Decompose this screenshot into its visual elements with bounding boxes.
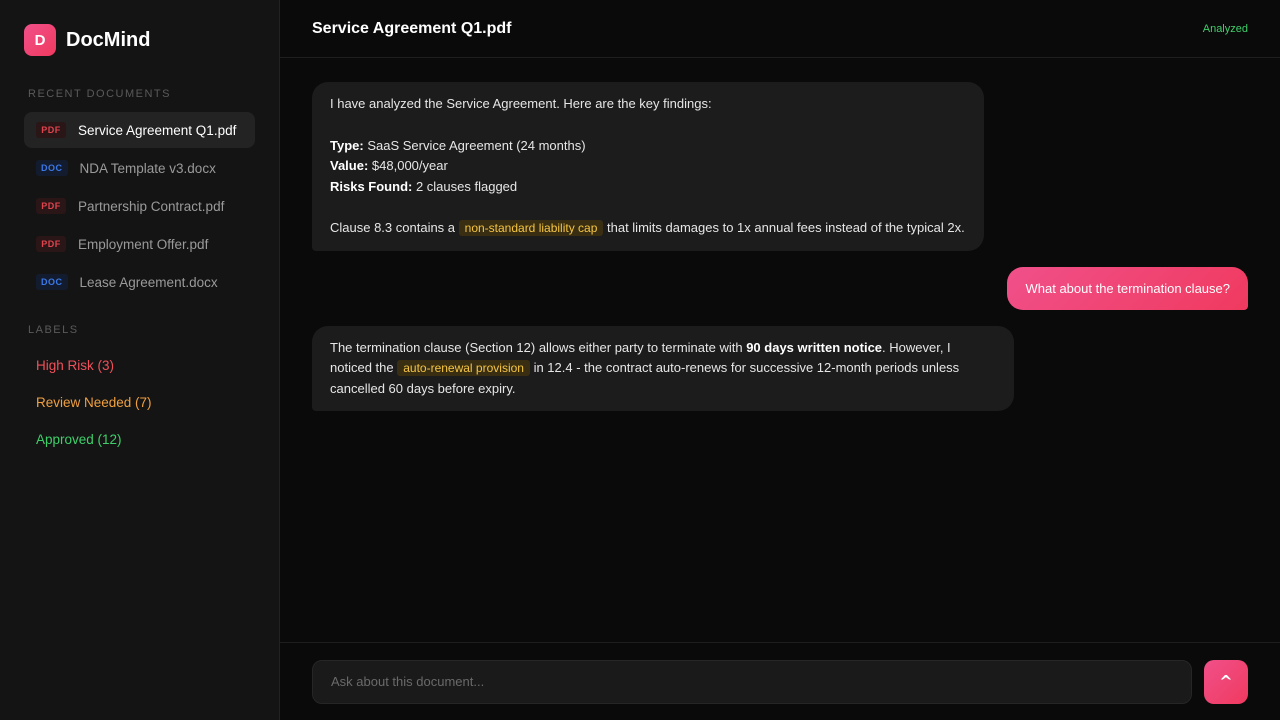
pdf-badge: PDF [36,122,66,138]
status-badge: Analyzed [1202,22,1248,35]
doc-item-lease-agreement[interactable]: DOC Lease Agreement.docx [24,264,255,300]
clause-text: that limits damages to 1x annual fees in… [603,220,965,235]
doc-item-employment-offer[interactable]: PDF Employment Offer.pdf [24,226,255,262]
doc-name: Service Agreement Q1.pdf [78,122,237,138]
app: D DocMind RECENT DOCUMENTS PDF Service A… [0,0,1280,720]
message-intro: I have analyzed the Service Agreement. H… [330,96,712,111]
finding-value: 2 clauses flagged [412,178,518,194]
user-message: What about the termination clause? [1007,266,1248,310]
finding-value: SaaS Service Agreement (24 months) [363,137,586,153]
finding-value: $48,000/year [368,158,448,173]
recent-documents-title: RECENT DOCUMENTS [28,88,171,100]
chat-thread: I have analyzed the Service Agreement. H… [280,58,1280,642]
send-button[interactable]: ^ [1204,659,1248,704]
doc-name: Employment Offer.pdf [78,236,209,252]
brand-name: DocMind [66,28,151,51]
user-message-row: What about the termination clause? [312,266,1248,326]
chat-input[interactable] [312,659,1192,704]
message-text: The termination clause (Section 12) allo… [330,339,747,355]
doc-badge: DOC [36,274,68,290]
doc-name: Lease Agreement.docx [79,274,218,290]
doc-badge: DOC [36,160,68,176]
clause-text: Clause 8.3 contains a [330,220,459,235]
sidebar: D DocMind RECENT DOCUMENTS PDF Service A… [0,0,280,720]
pdf-badge: PDF [36,198,66,214]
doc-item-service-agreement[interactable]: PDF Service Agreement Q1.pdf [24,112,255,148]
finding-label: Value: [330,158,369,173]
assistant-message: The termination clause (Section 12) allo… [312,325,1014,411]
finding-label: Risks Found: [330,178,413,194]
label-review-needed[interactable]: Review Needed (7) [24,385,255,421]
highlight-auto-renewal[interactable]: auto-renewal provision [397,360,530,376]
highlight-liability-cap[interactable]: non-standard liability cap [458,220,604,236]
document-title: Service Agreement Q1.pdf [312,19,512,37]
pdf-badge: PDF [36,236,66,252]
labels-list: High Risk (3) Review Needed (7) Approved… [24,348,255,458]
doc-name: NDA Template v3.docx [79,160,216,176]
clause-note: Clause 8.3 contains a non-standard liabi… [330,218,966,239]
doc-name: Partnership Contract.pdf [78,198,225,214]
recent-documents-list: PDF Service Agreement Q1.pdf DOC NDA Tem… [24,112,255,300]
finding-label: Type: [330,137,364,153]
document-header: Service Agreement Q1.pdf Analyzed [280,0,1280,58]
brand: D DocMind [24,24,255,56]
message-bold: 90 days written notice [746,339,883,355]
doc-item-nda-template[interactable]: DOC NDA Template v3.docx [24,150,255,186]
label-high-risk[interactable]: High Risk (3) [24,348,255,384]
composer: ^ [280,642,1280,720]
main-panel: Service Agreement Q1.pdf Analyzed I have… [280,0,1280,720]
finding-value-row: Value: $48,000/year [330,156,966,177]
assistant-message: I have analyzed the Service Agreement. H… [312,82,984,251]
labels-title: LABELS [28,324,79,336]
finding-type: Type: SaaS Service Agreement (24 months) [330,136,966,157]
label-approved[interactable]: Approved (12) [24,422,255,458]
brand-logo: D [24,24,56,56]
finding-risks: Risks Found: 2 clauses flagged [330,177,966,198]
doc-item-partnership-contract[interactable]: PDF Partnership Contract.pdf [24,188,255,224]
